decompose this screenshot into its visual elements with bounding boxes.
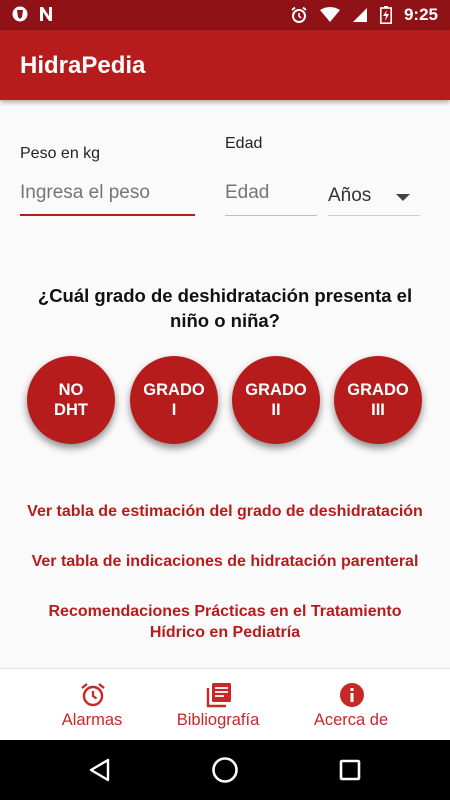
grade-2-button[interactable]: GRADO II xyxy=(232,356,320,444)
nav-label: Bibliografía xyxy=(176,711,260,729)
info-icon xyxy=(340,683,364,707)
recents-icon[interactable] xyxy=(339,759,361,781)
library-books-icon xyxy=(206,683,231,708)
age-unit-select[interactable]: Años xyxy=(328,178,420,216)
nav-bibliography[interactable]: Bibliografía xyxy=(143,669,293,741)
parenteral-hydration-table-link[interactable]: Ver tabla de indicaciones de hidratación… xyxy=(20,551,430,572)
system-navigation-bar xyxy=(0,740,450,800)
nav-label: Acerca de xyxy=(313,711,389,729)
grade-3-button[interactable]: GRADO III xyxy=(334,356,422,444)
practical-recommendations-link[interactable]: Recomendaciones Prácticas en el Tratamie… xyxy=(20,601,430,643)
weight-label: Peso en kg xyxy=(20,145,101,162)
nav-about[interactable]: Acerca de xyxy=(276,669,426,741)
grade-button-label: NO DHT xyxy=(54,381,88,419)
grade-1-button[interactable]: GRADO I xyxy=(130,356,218,444)
n-notification-icon xyxy=(40,7,52,21)
dehydration-estimation-table-link[interactable]: Ver tabla de estimación del grado de des… xyxy=(20,501,430,522)
alarm-icon xyxy=(81,683,105,707)
grade-no-dht-button[interactable]: NO DHT xyxy=(27,356,115,444)
dehydration-question: ¿Cuál grado de deshidratación presenta e… xyxy=(37,285,413,331)
home-icon[interactable] xyxy=(211,756,239,784)
status-bar: 9:25 xyxy=(0,0,450,30)
age-input-underline xyxy=(225,215,317,216)
weight-input[interactable] xyxy=(20,178,195,208)
age-label: Edad xyxy=(225,135,263,152)
age-unit-value: Años xyxy=(328,185,372,206)
battery-charging-icon xyxy=(379,6,392,24)
app-title: HidraPedia xyxy=(20,52,146,79)
wifi-icon xyxy=(319,7,340,22)
age-input[interactable] xyxy=(225,178,317,208)
dropdown-arrow-icon xyxy=(396,194,410,201)
shield-notification-icon xyxy=(12,6,28,22)
app-bar: HidraPedia xyxy=(0,30,450,100)
bottom-navigation: Alarmas Bibliografía Acerca de xyxy=(0,668,450,740)
cell-signal-icon xyxy=(352,8,367,22)
grade-button-label: GRADO II xyxy=(245,381,307,419)
grade-button-label: GRADO I xyxy=(143,381,205,419)
grade-button-label: GRADO III xyxy=(347,381,409,419)
status-time: 9:25 xyxy=(403,5,438,24)
alarm-status-icon xyxy=(291,6,307,23)
weight-input-underline xyxy=(20,214,195,216)
back-icon[interactable] xyxy=(88,758,112,782)
